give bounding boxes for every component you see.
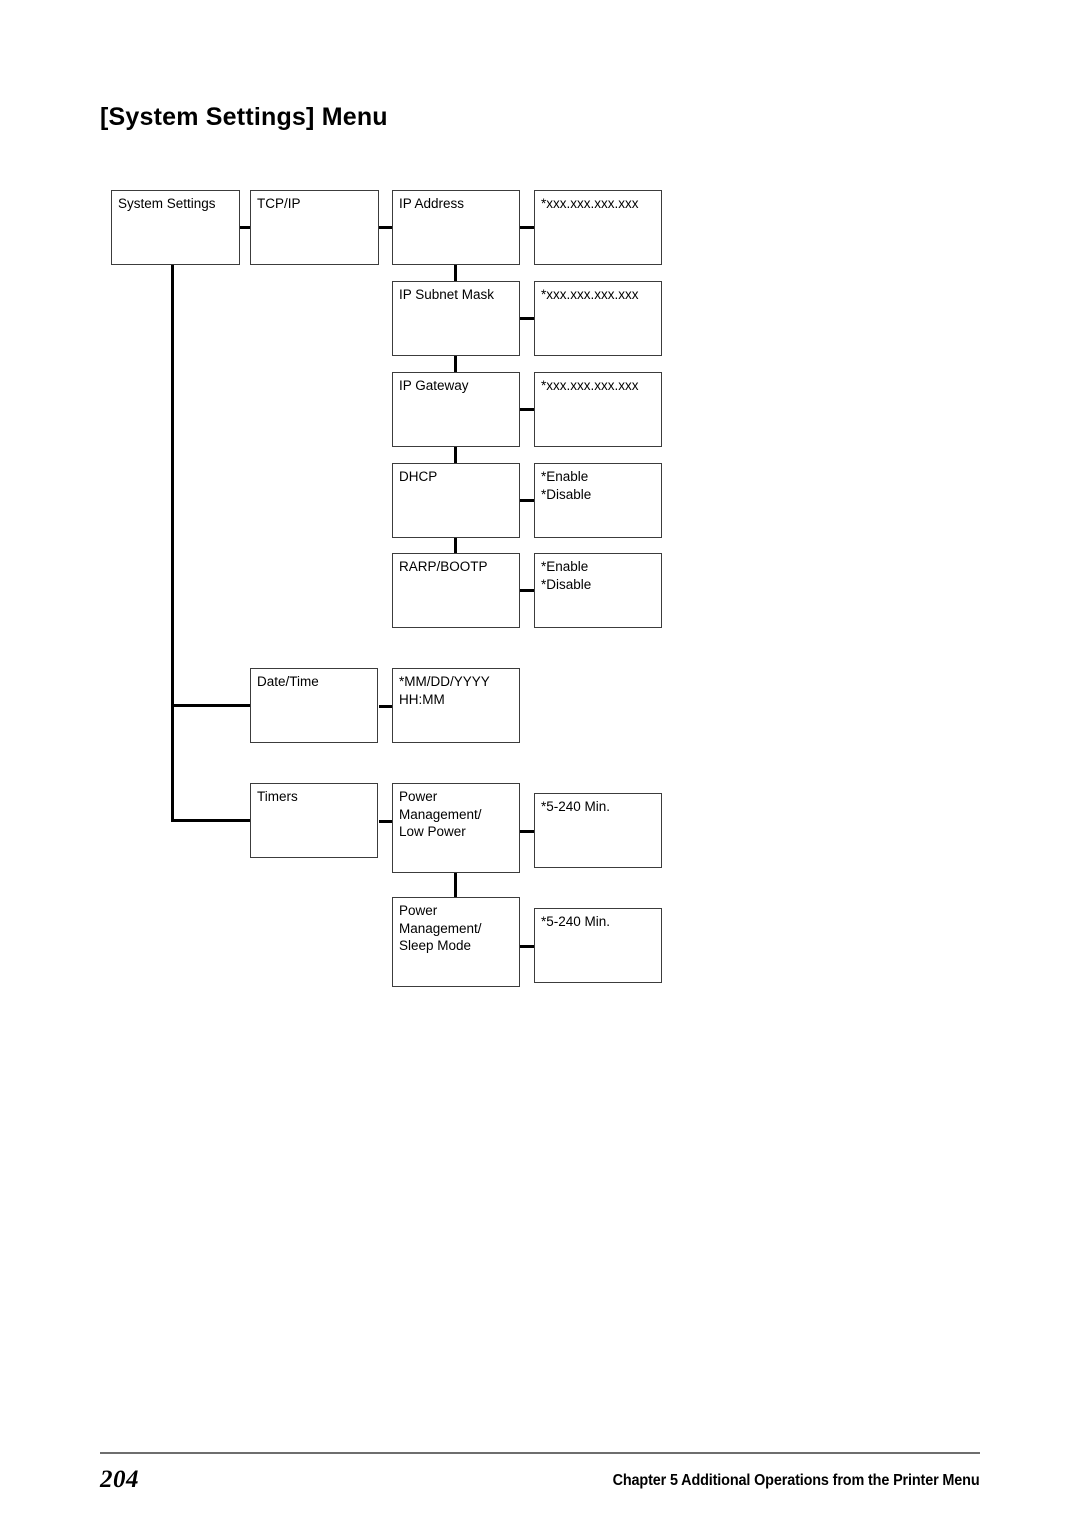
node-label-tcp-ip: TCP/IP — [257, 196, 301, 211]
node-label-timers: Timers — [257, 789, 298, 804]
node-tcp-ip: TCP/IP — [250, 190, 379, 265]
node-label-dhcp: DHCP — [399, 469, 438, 484]
node-label-sleep-mode-value: *5-240 Min. — [541, 914, 611, 929]
node-timers: Timers — [250, 783, 378, 858]
node-label-date-time: Date/Time — [257, 674, 319, 689]
node-label-ip-gateway: IP Gateway — [399, 378, 469, 393]
node-label-ip-gateway-value: *xxx.xxx.xxx.xxx — [541, 378, 639, 393]
conn-subnet-to-value — [520, 317, 535, 320]
conn-sleepmode-to-value — [520, 945, 535, 948]
conn-ipaddress-to-subnet — [454, 264, 457, 282]
node-low-power-value: *5-240 Min. — [534, 793, 662, 868]
node-dhcp-value: *Enable *Disable — [534, 463, 662, 538]
conn-datetime-to-value — [379, 705, 393, 708]
node-power-mgmt-sleep-mode: Power Management/ Sleep Mode — [392, 897, 520, 987]
conn-rarp-to-value — [520, 589, 535, 592]
conn-trunk-to-timers — [171, 819, 251, 822]
conn-trunk-vertical — [171, 264, 174, 822]
node-label-power-mgmt-sleep-mode: Power Management/ Sleep Mode — [399, 903, 482, 953]
node-label-dhcp-value: *Enable *Disable — [541, 469, 592, 502]
conn-subnet-to-gateway — [454, 355, 457, 373]
node-label-rarp-bootp-value: *Enable *Disable — [541, 559, 592, 592]
system-settings-menu-diagram: System Settings TCP/IP IP Address *xxx.xxx.… — [0, 0, 1080, 1100]
node-ip-address-value: *xxx.xxx.xxx.xxx — [534, 190, 662, 265]
conn-tcpip-to-ipaddress — [379, 226, 393, 229]
conn-trunk-to-datetime — [171, 704, 251, 707]
conn-dhcp-to-value — [520, 499, 535, 502]
conn-gateway-to-dhcp — [454, 446, 457, 464]
node-date-time: Date/Time — [250, 668, 378, 743]
conn-gateway-to-value — [520, 408, 535, 411]
node-ip-subnet-mask-value: *xxx.xxx.xxx.xxx — [534, 281, 662, 356]
node-ip-gateway: IP Gateway — [392, 372, 520, 447]
node-ip-address: IP Address — [392, 190, 520, 265]
node-label-rarp-bootp: RARP/BOOTP — [399, 559, 488, 574]
node-label-system-settings: System Settings — [118, 196, 216, 211]
node-rarp-bootp: RARP/BOOTP — [392, 553, 520, 628]
node-power-mgmt-low-power: Power Management/ Low Power — [392, 783, 520, 873]
node-ip-gateway-value: *xxx.xxx.xxx.xxx — [534, 372, 662, 447]
node-label-date-time-value: *MM/DD/YYYY HH:MM — [399, 674, 490, 707]
node-ip-subnet-mask: IP Subnet Mask — [392, 281, 520, 356]
node-date-time-value: *MM/DD/YYYY HH:MM — [392, 668, 520, 743]
node-label-low-power-value: *5-240 Min. — [541, 799, 611, 814]
conn-dhcp-to-rarp — [454, 537, 457, 554]
node-label-ip-address-value: *xxx.xxx.xxx.xxx — [541, 196, 639, 211]
node-rarp-bootp-value: *Enable *Disable — [534, 553, 662, 628]
page-number: 204 — [100, 1466, 139, 1493]
footer-divider — [100, 1452, 980, 1454]
conn-lowpower-to-sleepmode — [454, 872, 457, 898]
node-label-ip-subnet-mask: IP Subnet Mask — [399, 287, 495, 302]
node-system-settings: System Settings — [111, 190, 240, 265]
node-label-ip-address: IP Address — [399, 196, 465, 211]
conn-timers-to-lowpower — [379, 820, 393, 823]
node-dhcp: DHCP — [392, 463, 520, 538]
conn-ipaddress-to-value — [520, 226, 535, 229]
node-label-ip-subnet-mask-value: *xxx.xxx.xxx.xxx — [541, 287, 639, 302]
node-label-power-mgmt-low-power: Power Management/ Low Power — [399, 789, 482, 839]
node-sleep-mode-value: *5-240 Min. — [534, 908, 662, 983]
conn-lowpower-to-value — [520, 830, 535, 833]
footer-chapter-label: Chapter 5 Additional Operations from the… — [613, 1472, 980, 1489]
